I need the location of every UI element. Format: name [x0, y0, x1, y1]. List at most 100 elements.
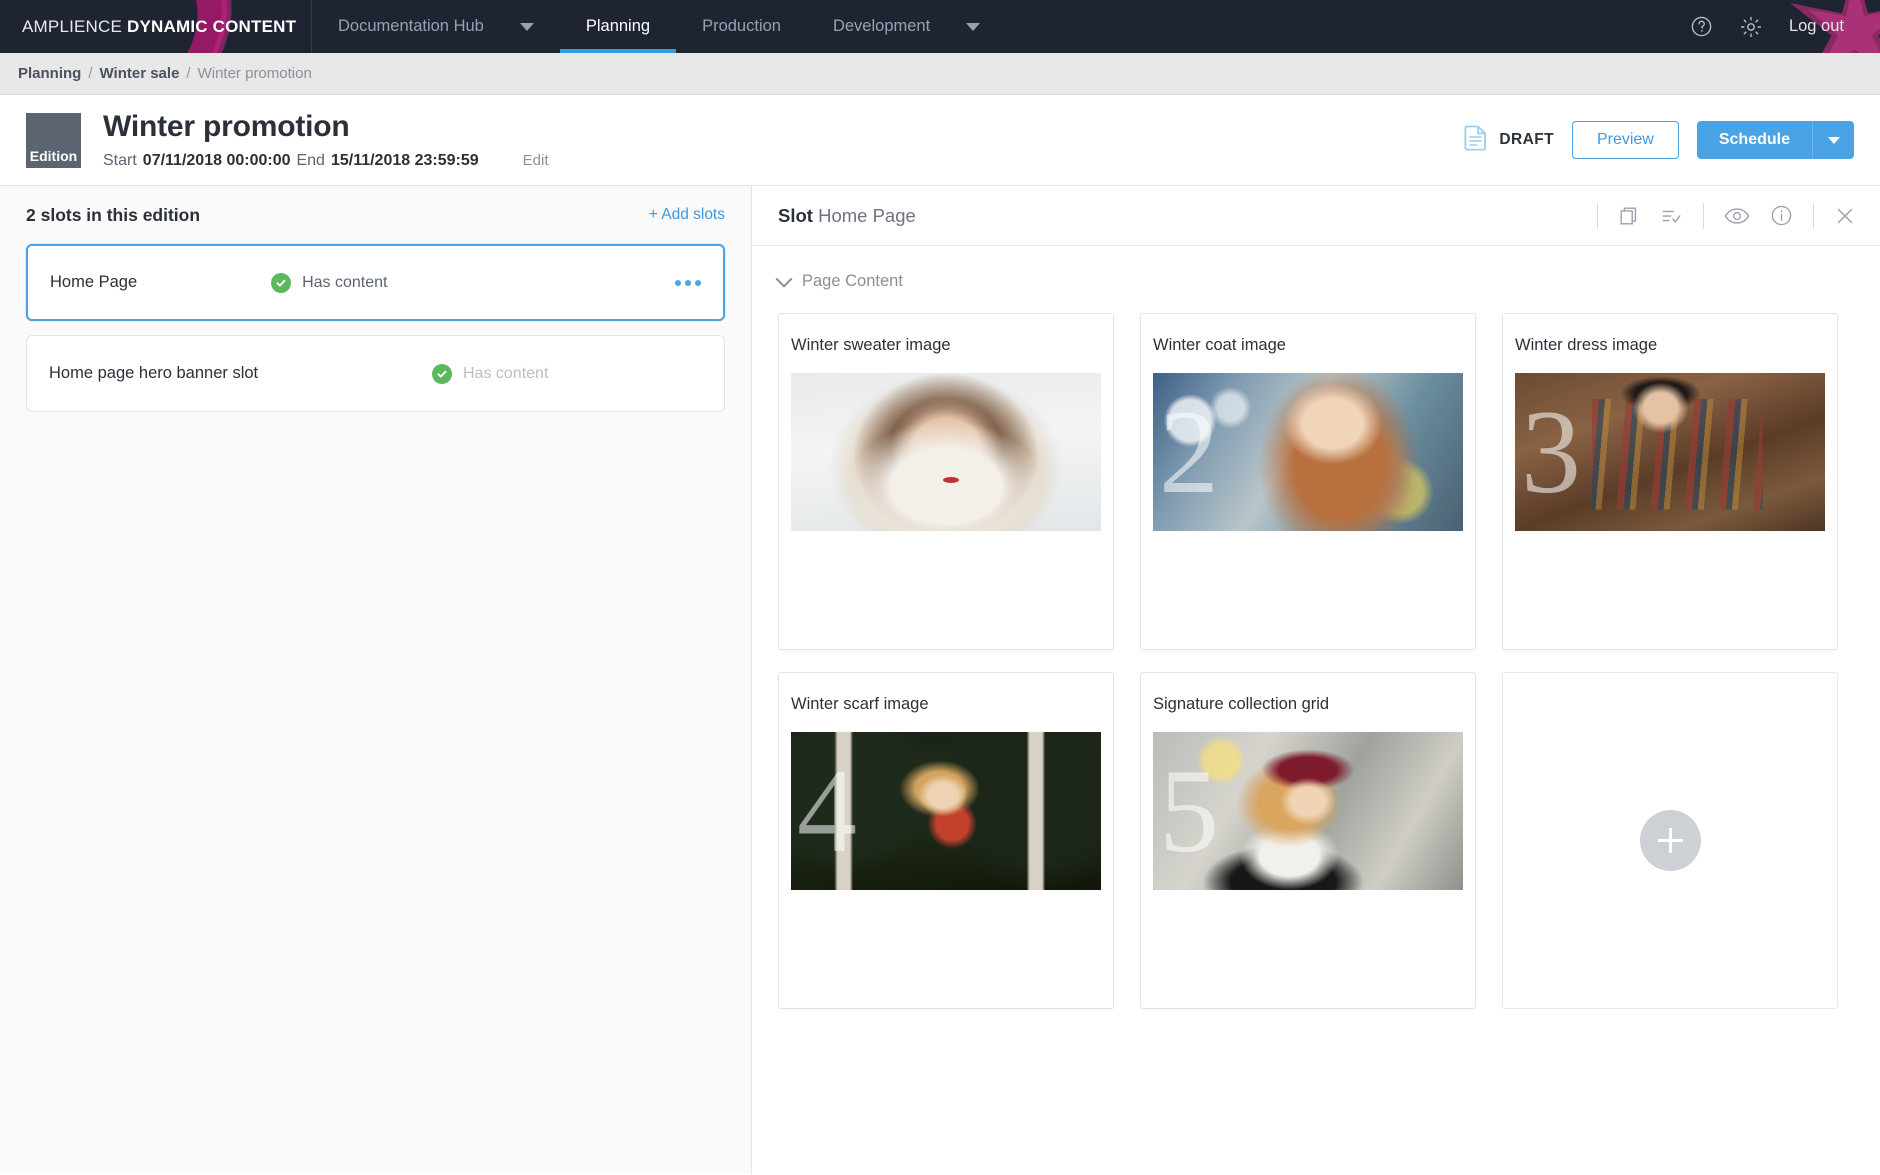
add-slots-button[interactable]: + Add slots: [649, 206, 725, 224]
slot-status: Has content: [271, 273, 541, 293]
nav-item-label: Planning: [586, 17, 650, 36]
add-content-card-button[interactable]: [1502, 672, 1838, 1009]
top-navigation-bar: AMPLIENCE DYNAMIC CONTENT Documentation …: [0, 0, 1880, 53]
slot-list-item-home-page[interactable]: Home Page Has content: [26, 244, 725, 321]
content-card-title: Signature collection grid: [1153, 695, 1463, 714]
content-card[interactable]: Winter scarf image 4: [778, 672, 1114, 1009]
content-card-title: Winter sweater image: [791, 336, 1101, 355]
nav-item-label: Production: [702, 17, 781, 36]
preview-button[interactable]: Preview: [1572, 121, 1679, 159]
slot-name: Home Page: [50, 273, 137, 292]
edition-type-badge: Edition: [26, 113, 81, 168]
nav-item-planning[interactable]: Planning: [560, 0, 676, 53]
slot-status-label: Has content: [302, 274, 387, 292]
breadcrumb-root[interactable]: Planning: [18, 65, 81, 82]
brand-logo[interactable]: AMPLIENCE DYNAMIC CONTENT: [0, 0, 312, 53]
content-card-title: Winter coat image: [1153, 336, 1463, 355]
breadcrumb-separator: /: [88, 65, 92, 82]
edition-header-actions: DRAFT Preview Schedule: [1464, 121, 1854, 159]
content-card-title: Winter scarf image: [791, 695, 1101, 714]
slot-list-item-hero-banner[interactable]: Home page hero banner slot Has content: [26, 335, 725, 412]
slot-detail-header: Slot Home Page: [752, 186, 1880, 246]
copy-icon[interactable]: [1618, 205, 1640, 227]
logout-button[interactable]: Log out: [1789, 17, 1844, 36]
primary-nav-items: Documentation Hub Planning Production De…: [312, 0, 1006, 53]
gear-icon[interactable]: [1739, 15, 1763, 39]
slots-count-title: 2 slots in this edition: [26, 205, 200, 226]
content-card[interactable]: Winter sweater image: [778, 313, 1114, 650]
slot-detail-panel: Slot Home Page: [752, 186, 1880, 1174]
close-icon[interactable]: [1834, 205, 1856, 227]
edition-header: Edition Winter promotion Start 07/11/201…: [0, 95, 1880, 186]
slot-status-label: Has content: [463, 365, 548, 383]
edit-dates-link[interactable]: Edit: [523, 152, 549, 169]
more-options-icon[interactable]: [675, 280, 701, 286]
brand-title-light: AMPLIENCE: [22, 17, 127, 36]
question-circle-icon[interactable]: [1690, 15, 1713, 38]
eye-preview-icon[interactable]: [1724, 206, 1750, 226]
chevron-down-icon: [1828, 137, 1840, 144]
content-card-thumbnail: 5: [1153, 732, 1463, 890]
breadcrumb-separator: /: [186, 65, 190, 82]
thumbnail-image: [1153, 373, 1463, 531]
page-content-label: Page Content: [802, 272, 903, 291]
list-check-icon[interactable]: [1660, 205, 1683, 227]
nav-item-documentation-hub[interactable]: Documentation Hub: [312, 0, 560, 53]
content-card-grid: Winter sweater image Winter coat image 2: [778, 313, 1854, 1009]
start-label: Start: [103, 152, 137, 170]
check-circle-icon: [432, 364, 452, 384]
content-card-thumbnail: 2: [1153, 373, 1463, 531]
chevron-down-icon: [520, 23, 534, 31]
schedule-button-group: Schedule: [1697, 121, 1854, 159]
content-card-title: Winter dress image: [1515, 336, 1825, 355]
end-value: 15/11/2018 23:59:59: [331, 152, 479, 170]
toolbar-divider: [1703, 203, 1704, 229]
main-content-area: 2 slots in this edition + Add slots Home…: [0, 186, 1880, 1174]
start-value: 07/11/2018 00:00:00: [143, 152, 291, 170]
content-card-thumbnail: 4: [791, 732, 1101, 890]
edition-date-range: Start 07/11/2018 00:00:00 End 15/11/2018…: [103, 152, 549, 170]
content-card[interactable]: Winter coat image 2: [1140, 313, 1476, 650]
nav-right-actions: Log out: [1690, 0, 1880, 53]
toolbar-divider: [1597, 203, 1598, 229]
breadcrumb-parent[interactable]: Winter sale: [100, 65, 180, 82]
status-badge: DRAFT: [1464, 124, 1554, 156]
brand-title-bold: DYNAMIC CONTENT: [127, 17, 296, 36]
brand-title: AMPLIENCE DYNAMIC CONTENT: [22, 17, 296, 37]
slot-detail-name: Home Page: [818, 205, 916, 226]
schedule-button[interactable]: Schedule: [1697, 121, 1812, 159]
content-card[interactable]: Winter dress image 3: [1502, 313, 1838, 650]
check-circle-icon: [271, 273, 291, 293]
thumbnail-image: [1153, 732, 1463, 890]
page-content-toggle[interactable]: Page Content: [778, 272, 1854, 291]
thumbnail-image: [791, 373, 1101, 531]
status-label: DRAFT: [1499, 131, 1554, 149]
toolbar-divider: [1813, 203, 1814, 229]
chevron-down-icon: [966, 23, 980, 31]
thumbnail-image: [1515, 373, 1825, 531]
slot-content-body: Page Content Winter sweater image Winter…: [752, 246, 1880, 1174]
content-card-thumbnail: [791, 373, 1101, 531]
document-icon: [1464, 124, 1488, 156]
schedule-dropdown-button[interactable]: [1812, 121, 1854, 159]
slot-status: Has content: [432, 364, 702, 384]
slots-panel: 2 slots in this edition + Add slots Home…: [0, 186, 752, 1174]
slots-panel-header: 2 slots in this edition + Add slots: [0, 186, 751, 244]
nav-item-development[interactable]: Development: [807, 0, 1006, 53]
content-scrollbar[interactable]: [1854, 272, 1880, 1174]
nav-item-production[interactable]: Production: [676, 0, 807, 53]
chevron-down-icon: [776, 270, 793, 287]
slot-name: Home page hero banner slot: [49, 364, 258, 383]
end-label: End: [296, 152, 324, 170]
breadcrumb-current: Winter promotion: [198, 65, 312, 82]
slot-detail-toolbar: [1597, 203, 1856, 229]
page-content-section: Page Content Winter sweater image Winter…: [778, 272, 1854, 1174]
nav-item-label: Development: [833, 17, 930, 36]
info-icon[interactable]: [1770, 204, 1793, 227]
slot-detail-label: Slot: [778, 205, 813, 226]
breadcrumb: Planning / Winter sale / Winter promotio…: [0, 53, 1880, 95]
content-card[interactable]: Signature collection grid 5: [1140, 672, 1476, 1009]
thumbnail-image: [791, 732, 1101, 890]
slot-detail-title: Slot Home Page: [778, 205, 916, 227]
plus-icon: [1640, 810, 1701, 871]
